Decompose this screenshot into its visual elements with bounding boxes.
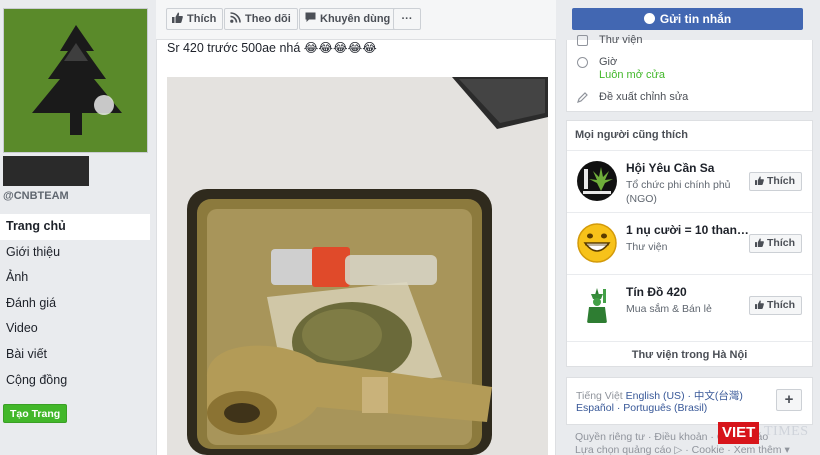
send-message-button[interactable]: Gửi tin nhắn <box>572 8 803 30</box>
people-also-like-title: Mọi người cũng thích <box>575 129 688 141</box>
nav-item-reviews[interactable]: Đánh giá <box>0 291 150 317</box>
post-card: Sr 420 trước 500ae nhá 😂😂😂😂😂 <box>156 40 556 455</box>
messenger-icon <box>643 13 655 24</box>
people-also-like-card: Mọi người cũng thích Hội Yêu Cần Sa Tổ c… <box>566 120 813 367</box>
post-photo[interactable] <box>167 77 548 455</box>
speech-bubble-icon <box>305 12 316 22</box>
left-column: @CNBTEAM Trang chủ Giới thiệu Ảnh Đánh g… <box>0 0 155 455</box>
viettimes-watermark: VIET TIMES <box>718 422 814 450</box>
thumbs-up-icon <box>755 300 764 309</box>
liked-page-avatar[interactable] <box>577 223 617 263</box>
page-info-card: Thư viện Giờ Luôn mở cửa Đề xuất chỉnh s… <box>566 34 813 112</box>
recommend-button[interactable]: Khuyên dùng <box>299 8 398 30</box>
page-handle[interactable]: @CNBTEAM <box>3 190 69 202</box>
post-text: Sr 420 trước 500ae nhá 😂😂😂😂😂 <box>167 41 377 55</box>
liked-page-item: 1 nụ cười = 10 thang thuốc bổ Thư viện T… <box>567 212 812 274</box>
follow-button[interactable]: Theo dõi <box>224 8 298 30</box>
hours-label: Giờ <box>599 56 618 68</box>
liked-page-category: Mua sắm & Bán lẻ <box>626 303 712 315</box>
language-line-2[interactable]: Español · Português (Brasil) <box>576 402 707 414</box>
liked-page-name[interactable]: Hội Yêu Cần Sa <box>626 161 751 175</box>
suggest-edit-label: Đề xuất chỉnh sửa <box>599 91 689 103</box>
clock-icon <box>577 57 588 68</box>
nav-item-videos[interactable]: Video <box>0 316 150 342</box>
pencil-icon <box>577 92 588 103</box>
tag-icon <box>577 35 588 46</box>
like-button-label: Thích <box>767 175 795 187</box>
page-action-bar: Thích Theo dõi Khuyên dùng ··· <box>156 0 556 40</box>
rss-icon <box>230 12 241 23</box>
nav-item-community[interactable]: Cộng đồng <box>0 368 150 394</box>
photo-tin-box-with-pipe <box>167 77 548 455</box>
liked-page-item: Hội Yêu Cần Sa Tổ chức phi chính phủ (NG… <box>567 150 812 212</box>
smiley-face-icon <box>577 223 617 263</box>
thumbs-up-icon <box>755 238 764 247</box>
liked-page-name[interactable]: 1 nụ cười = 10 thang thuốc bổ <box>626 223 751 237</box>
liked-page-avatar[interactable] <box>577 161 617 201</box>
liked-page-category: Thư viện <box>626 241 668 253</box>
follow-label: Theo dõi <box>245 13 291 25</box>
nav-item-about[interactable]: Giới thiệu <box>0 240 150 266</box>
liked-page-name[interactable]: Tín Đồ 420 <box>626 285 751 299</box>
like-button-label: Thích <box>767 237 795 249</box>
like-button[interactable]: Thích <box>749 296 802 315</box>
like-page-label: Thích <box>187 13 217 25</box>
recommend-label: Khuyên dùng <box>320 13 391 25</box>
cannabis-leaf-logo <box>32 25 122 135</box>
add-language-button[interactable]: + <box>776 389 802 411</box>
page-nav: Trang chủ Giới thiệu Ảnh Đánh giá Video … <box>0 214 150 393</box>
page-name-redacted <box>3 156 89 186</box>
language-line-1: Tiếng Việt English (US) · 中文(台灣) <box>576 388 743 403</box>
thumbs-up-icon <box>172 12 183 23</box>
nav-item-photos[interactable]: Ảnh <box>0 265 150 291</box>
like-button[interactable]: Thích <box>749 172 802 191</box>
language-options[interactable]: English (US) · 中文(台灣) <box>626 390 743 402</box>
nav-item-posts[interactable]: Bài viết <box>0 342 150 368</box>
more-options-button[interactable]: ··· <box>393 8 421 30</box>
like-button-label: Thích <box>767 299 795 311</box>
liked-page-item: Tín Đồ 420 Mua sắm & Bán lẻ Thích <box>567 274 812 336</box>
thumbs-up-icon <box>755 176 764 185</box>
statue-of-liberty-icon <box>587 288 607 323</box>
liked-page-category: Tổ chức phi chính phủ (NGO) <box>626 179 731 205</box>
see-more-link[interactable]: Thư viện trong Hà Nội <box>567 341 812 367</box>
current-language: Tiếng Việt <box>576 390 623 402</box>
category-text[interactable]: Thư viện <box>599 34 642 46</box>
nav-item-home[interactable]: Trang chủ <box>0 214 150 240</box>
watermark-brand: VIET <box>718 422 760 444</box>
language-card: Tiếng Việt English (US) · 中文(台灣) Español… <box>566 377 813 425</box>
cannabis-leaf-icon <box>583 167 613 194</box>
hours-value: Luôn mở cửa <box>599 69 665 81</box>
page-profile-picture[interactable] <box>3 8 148 153</box>
create-page-button[interactable]: Tạo Trang <box>3 404 68 423</box>
like-button[interactable]: Thích <box>749 234 802 253</box>
like-page-button[interactable]: Thích <box>166 8 224 30</box>
send-message-label: Gửi tin nhắn <box>659 12 732 26</box>
watermark-suffix: TIMES <box>764 424 809 439</box>
liked-page-avatar[interactable] <box>577 285 617 325</box>
